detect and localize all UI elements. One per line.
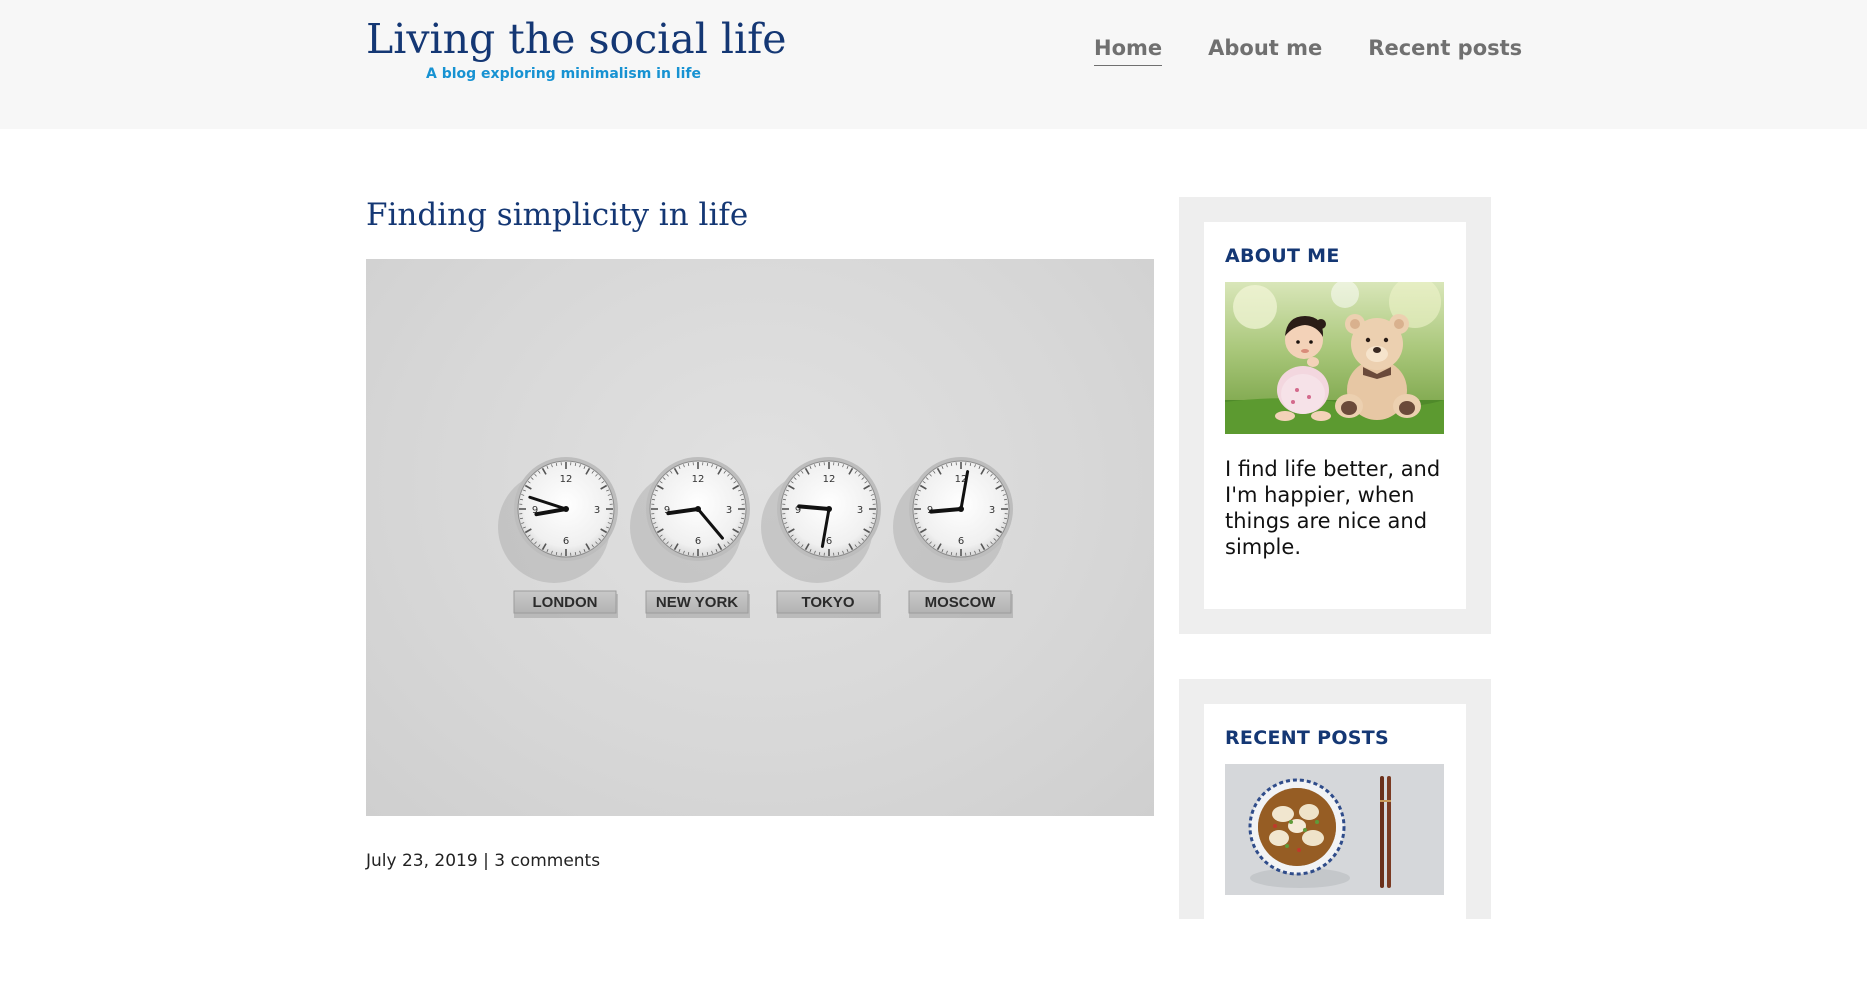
comments-link[interactable]: 3 comments <box>494 851 600 871</box>
clock-numeral: 3 <box>594 505 600 516</box>
clock-numeral: 12 <box>692 474 705 485</box>
clock-city-label: TOKYO <box>801 594 854 611</box>
recent-post-thumbnail[interactable] <box>1225 764 1444 895</box>
clock-numeral: 6 <box>826 536 832 547</box>
post-date: July 23, 2019 <box>366 851 478 871</box>
world-clock: 12369MOSCOW <box>893 457 1013 618</box>
clock-numeral: 6 <box>563 536 569 547</box>
clock-numeral: 12 <box>560 474 573 485</box>
branding: Living the social life A blog exploring … <box>366 14 746 83</box>
clock-city-label: LONDON <box>533 594 598 611</box>
article-featured-image[interactable]: 12369LONDON12369NEW YORK12369TOKYO12369M… <box>366 259 1154 816</box>
world-clock: 12369TOKYO <box>761 457 881 618</box>
clock-city-label: MOSCOW <box>925 594 997 611</box>
site-title[interactable]: Living the social life <box>366 14 746 64</box>
about-me-text: I find life better, and I'm happier, whe… <box>1225 456 1445 560</box>
article-meta: July 23, 2019 | 3 comments <box>366 850 600 872</box>
clock-numeral: 3 <box>857 505 863 516</box>
sidebar-recent-panel: RECENT POSTS <box>1179 679 1491 919</box>
clock-numeral: 3 <box>726 505 732 516</box>
about-widget-title: ABOUT ME <box>1225 244 1445 268</box>
clock-numeral: 6 <box>958 536 964 547</box>
dumpling-soup-image <box>1225 764 1444 895</box>
main-nav: Home About me Recent posts <box>1094 34 1522 66</box>
nav-link-home[interactable]: Home <box>1094 34 1162 66</box>
nav-link-recent-posts[interactable]: Recent posts <box>1368 34 1522 66</box>
world-clocks-illustration: 12369LONDON12369NEW YORK12369TOKYO12369M… <box>366 259 1154 816</box>
world-clock: 12369LONDON <box>498 457 618 618</box>
recent-posts-widget: RECENT POSTS <box>1204 704 1466 1004</box>
clock-numeral: 12 <box>823 474 836 485</box>
recent-posts-widget-title: RECENT POSTS <box>1225 726 1445 750</box>
article-title[interactable]: Finding simplicity in life <box>366 195 1154 235</box>
site-tagline: A blog exploring minimalism in life <box>426 65 746 83</box>
about-widget: ABOUT ME <box>1204 222 1466 609</box>
site-header: Living the social life A blog exploring … <box>0 0 1867 129</box>
clock-numeral: 6 <box>695 536 701 547</box>
meta-separator: | <box>483 851 489 871</box>
clock-numeral: 3 <box>989 505 995 516</box>
clock-city-label: NEW YORK <box>656 594 738 611</box>
article: Finding simplicity in life 12369LONDON12… <box>366 195 1154 235</box>
child-with-teddy-bear-image <box>1225 282 1444 434</box>
sidebar-about-panel: ABOUT ME <box>1179 197 1491 634</box>
nav-link-about-me[interactable]: About me <box>1208 34 1322 66</box>
world-clock: 12369NEW YORK <box>630 457 750 618</box>
about-me-photo[interactable] <box>1225 282 1444 434</box>
